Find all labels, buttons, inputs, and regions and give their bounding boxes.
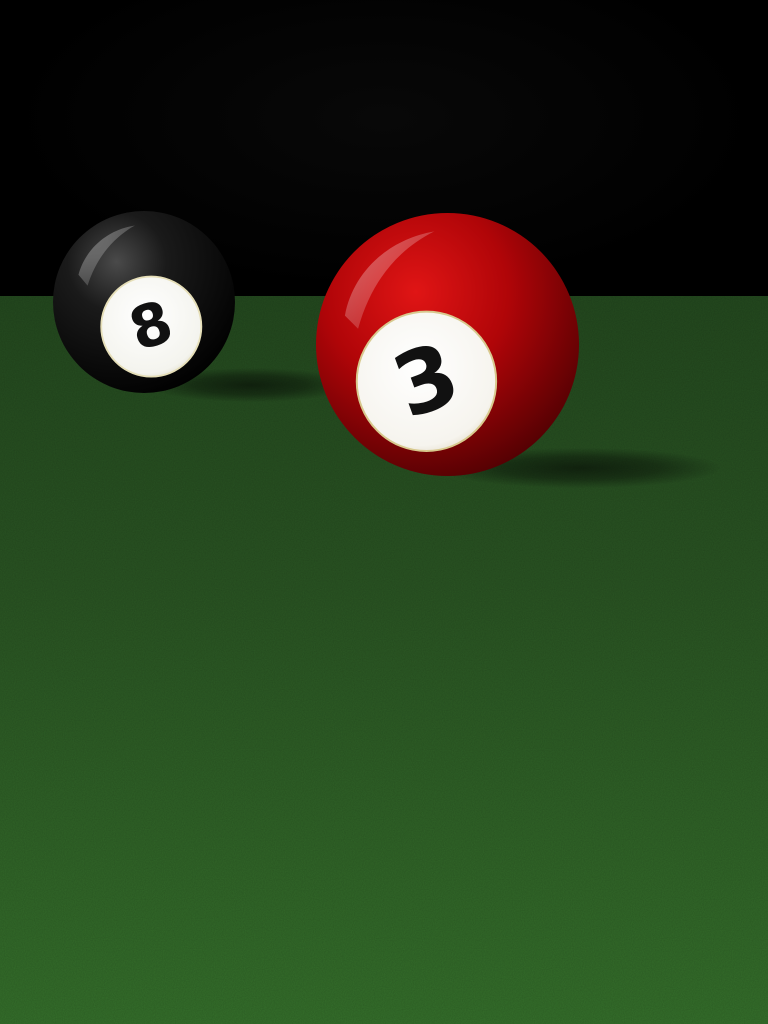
eight-ball: 8: [53, 211, 235, 393]
pool-table-scene: 8 3: [0, 0, 768, 1024]
three-ball: 3: [316, 213, 579, 476]
